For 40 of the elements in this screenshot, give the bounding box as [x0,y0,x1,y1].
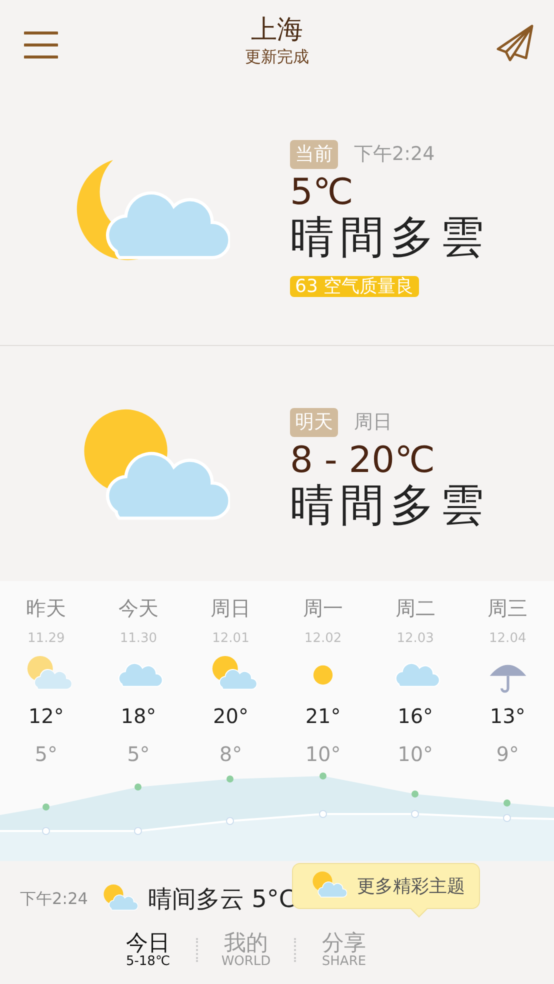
forecast-date: 12.02 [303,630,343,648]
low-temp: 5° [34,740,59,768]
forecast-day: 周三 [461,593,554,623]
high-temp: 18° [120,702,158,730]
day-tag: 当前 [290,140,338,169]
day-tag: 明天 [290,408,338,437]
forecast-date: 11.29 [26,630,66,648]
forecast-day: 周一 [276,593,370,623]
forecast-date: 12.03 [396,630,435,648]
current-time: 下午2:24 [20,888,88,910]
tooltip-text: 更多精彩主题 [357,874,465,898]
low-temp: 9° [495,740,520,768]
city-name: 上海 [251,16,303,45]
high-temp: 21° [304,702,342,730]
low-temp: 10° [304,740,342,768]
air-quality-badge: 63 空气质量良 [290,276,419,297]
temperature: 8 - 20℃ [290,440,436,480]
weekday: 周日 [354,410,392,436]
temperature: 5℃ [290,172,354,212]
forecast-date: 11.30 [118,630,158,648]
forecast-day: 周二 [369,593,462,623]
update-status: 更新完成 [245,46,309,68]
condition-text: 晴間多雲 [290,212,490,264]
low-temp: 5° [126,740,151,768]
forecast-date: 12.04 [488,630,528,648]
high-temp: 20° [212,702,250,730]
forecast-date: 12.01 [211,630,250,648]
high-temp: 13° [488,702,526,730]
high-temp: 16° [396,702,434,730]
paper-plane-icon[interactable] [496,24,534,62]
forecast-day: 今天 [92,593,185,623]
bottom-tab[interactable]: 今日 5-18℃ [100,931,196,970]
low-temp: 8° [218,740,244,768]
condition-text: 晴間多雲 [290,480,490,532]
forecast-day: 周日 [184,593,277,623]
low-temp: 10° [396,740,434,768]
high-temp: 12° [27,702,65,730]
menu-icon[interactable] [24,30,58,60]
update-time: 下午2:24 [354,142,435,168]
forecast-day: 昨天 [0,593,92,623]
